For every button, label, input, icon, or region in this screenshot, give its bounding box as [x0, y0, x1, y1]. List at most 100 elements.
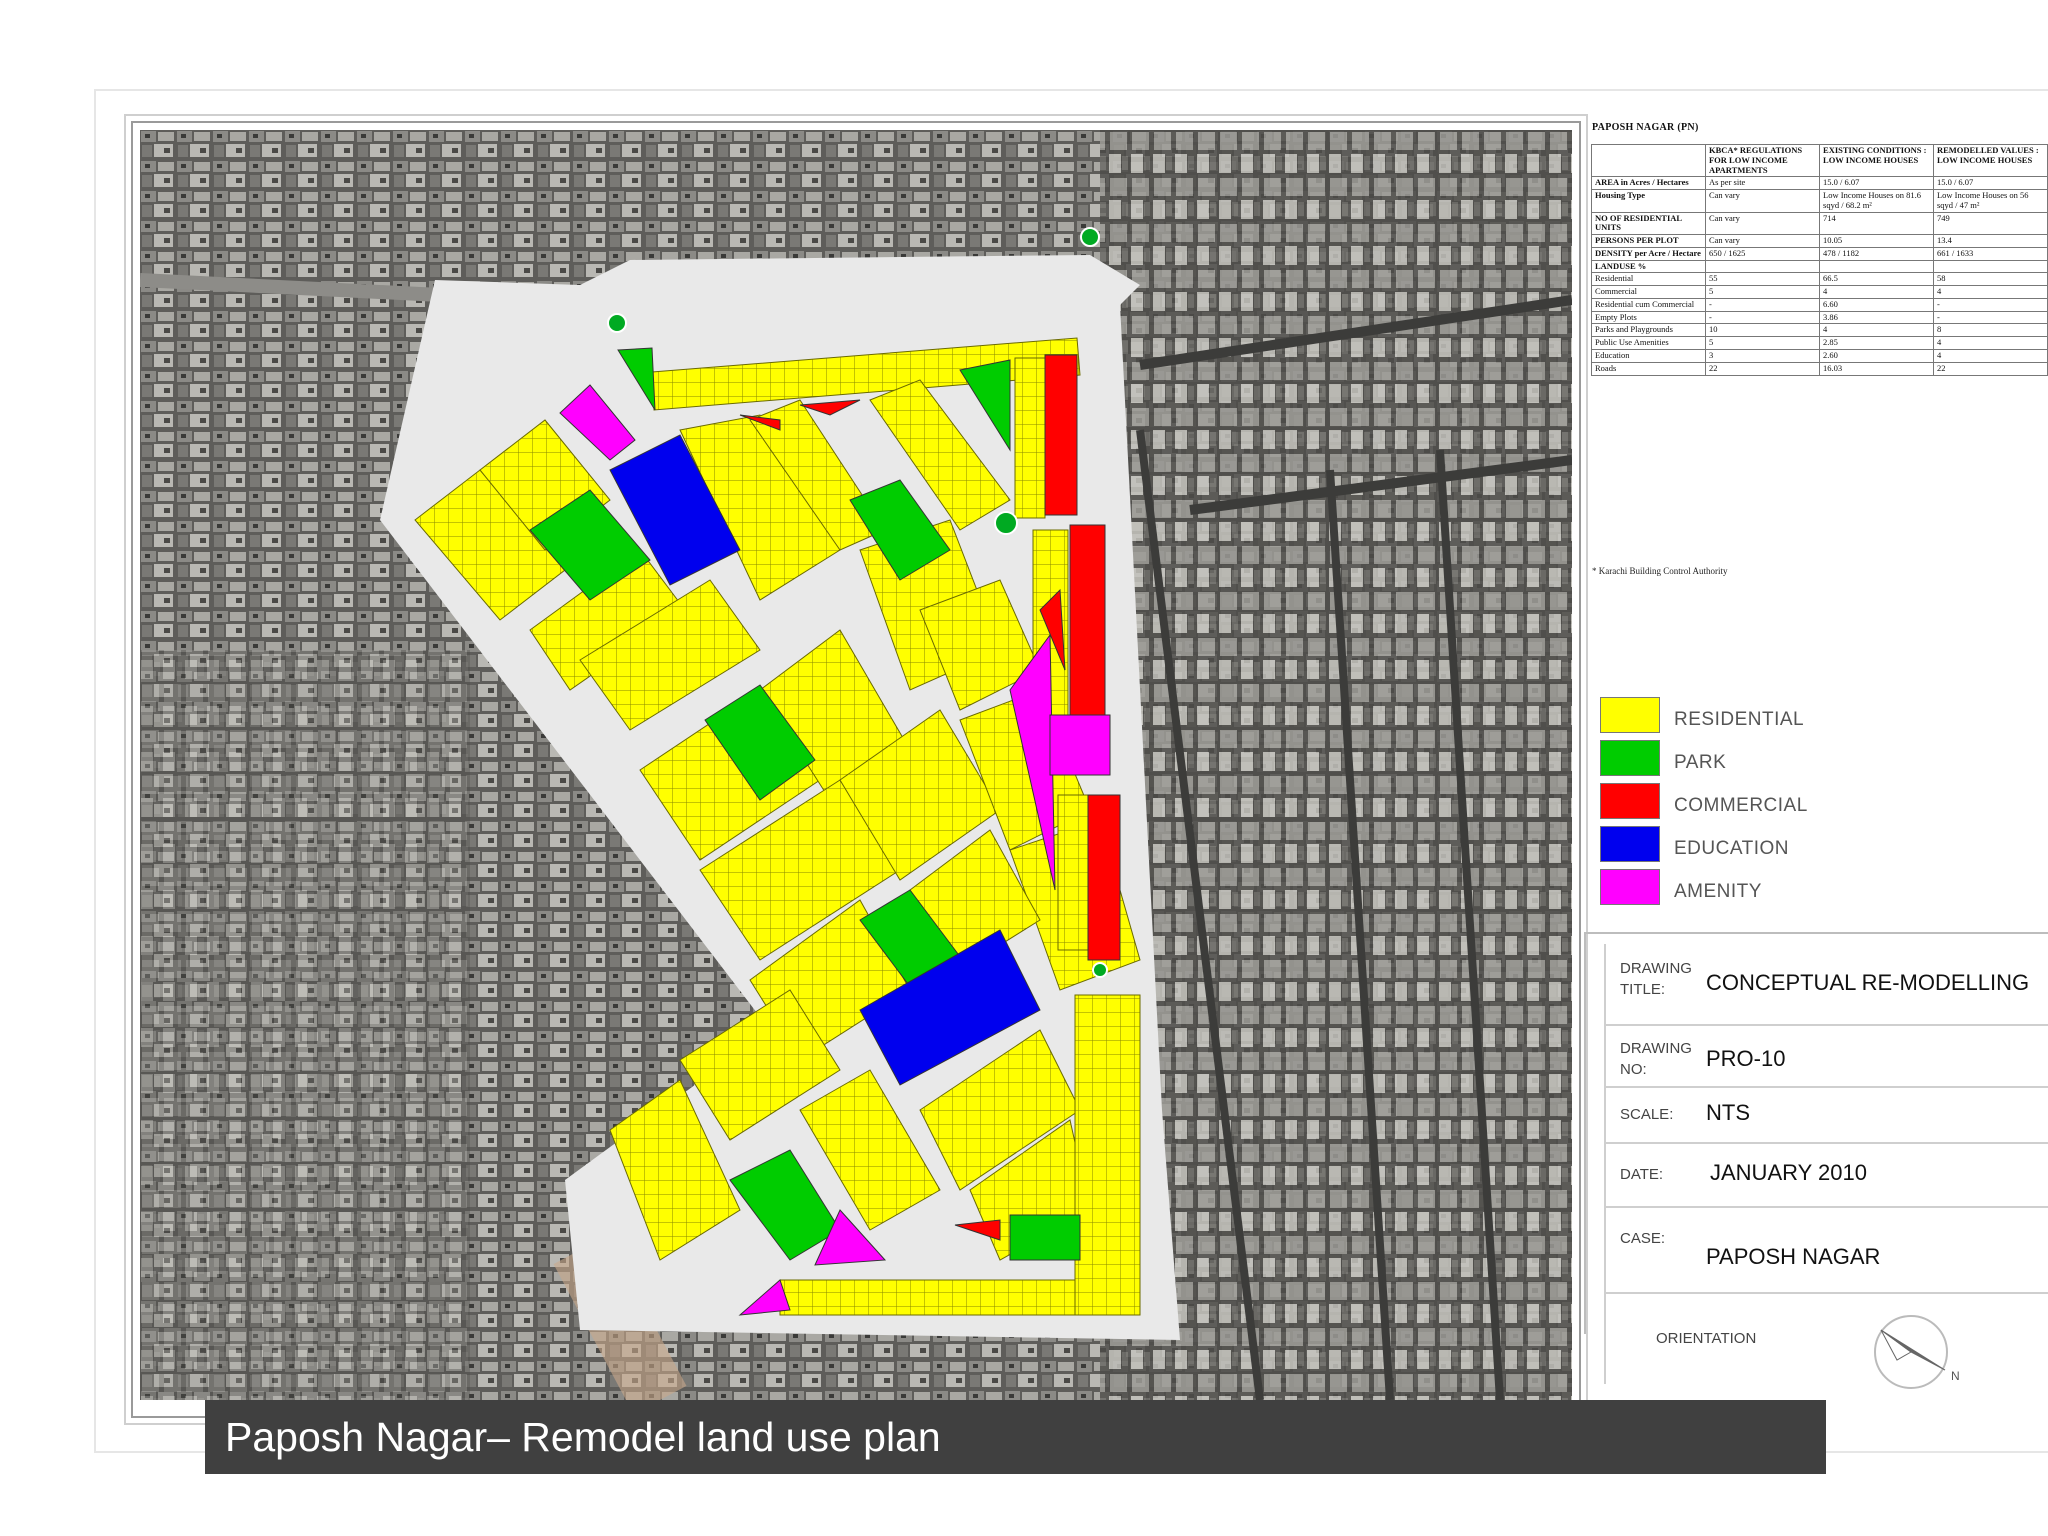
table-cell: Can vary [1704, 234, 1821, 248]
table-row: Empty Plots -3.86- [1591, 310, 2048, 325]
north-label: N [1951, 1369, 1960, 1383]
table-cell: 15.0 / 6.07 [1932, 176, 2048, 191]
table-row: Housing Type Can vary Low Income Houses on… [1591, 189, 2048, 213]
case-value: PAPOSH NAGAR [1706, 1244, 1881, 1269]
drawing-no-key: DRAWING NO: [1620, 1040, 1692, 1078]
table-cell: 2.85 [1819, 336, 1934, 351]
legend-swatch-park [1600, 740, 1660, 776]
caption-bar: Paposh Nagar– Remodel land use plan [205, 1400, 1826, 1474]
table-cell: - [1932, 310, 2048, 325]
table-cell [1819, 259, 1934, 274]
table-row-label: AREA in Acres / Hectares [1591, 176, 1706, 191]
table-row-label: Residential [1591, 272, 1706, 287]
table-cell: Low Income Houses on 56 sqyd / 47 m² [1932, 189, 2048, 213]
table-title: PAPOSH NAGAR (PN) [1592, 122, 1699, 133]
table-cell: 4 [1819, 285, 1934, 299]
table-header-kbca: KBCA* REGULATIONS FOR LOW INCOME APARTME… [1704, 143, 1821, 178]
table-row: NO OF RESIDENTIAL UNITS Can vary 714 749 [1591, 211, 2048, 236]
table-row: AREA in Acres / Hectares As per site 15.0 … [1591, 176, 2048, 191]
table-row-label: Empty Plots [1591, 310, 1706, 325]
table-header-blank [1591, 143, 1706, 178]
table-cell: 55 [1704, 272, 1821, 287]
table-cell: - [1704, 310, 1821, 325]
table-cell: - [1932, 297, 2048, 312]
north-arrow-icon: N [1874, 1315, 1960, 1389]
legend-label-amenity: AMENITY [1674, 881, 1762, 902]
table-row: Commercial 5 4 4 [1591, 285, 2048, 299]
table-cell: 22 [1704, 361, 1821, 376]
table-row: LANDUSE % [1591, 259, 2048, 274]
table-cell [1932, 259, 2048, 274]
table-cell: 650 / 1625 [1704, 246, 1821, 261]
table-cell: 8 [1932, 323, 2048, 338]
table-cell: 13.4 [1932, 234, 2048, 248]
table-row: Public Use Amenities 5 2.85 4 [1591, 336, 2048, 351]
table-row-label: Public Use Amenities [1591, 336, 1706, 351]
caption-text: Paposh Nagar– Remodel land use plan [225, 1414, 941, 1460]
land-use-stats-table: KBCA* REGULATIONS FOR LOW INCOME APARTME… [1591, 143, 2048, 376]
table-row-label: Housing Type [1591, 189, 1706, 213]
legend-swatch-residential [1600, 697, 1660, 733]
table-cell: 58 [1932, 272, 2048, 287]
table-row: Residential cum Commercial -6.60- [1591, 297, 2048, 312]
table-cell: 478 / 1182 [1819, 246, 1934, 261]
title-block-scale: SCALE: NTS [1604, 1088, 2048, 1144]
legend-label-education: EDUCATION [1674, 838, 1789, 859]
scale-value: NTS [1706, 1100, 1750, 1125]
orientation-key: ORIENTATION [1656, 1330, 1757, 1347]
table-cell: 15.0 / 6.07 [1819, 176, 1934, 191]
table-cell: 4 [1932, 285, 2048, 299]
table-cell: 3 [1704, 349, 1821, 363]
table-row-label: Parks and Playgrounds [1591, 323, 1706, 338]
table-cell: 10 [1704, 323, 1821, 338]
info-panel: PAPOSH NAGAR (PN) KBCA* REGULATIONS FOR … [1584, 122, 2048, 1412]
table-row-label: Education [1591, 349, 1706, 363]
table-cell: 22 [1932, 361, 2048, 376]
table-cell: 3.86 [1819, 310, 1934, 325]
table-cell: 66.5 [1819, 272, 1934, 287]
table-cell: 5 [1704, 285, 1821, 299]
table-cell: 4 [1932, 336, 2048, 351]
table-cell: 10.05 [1819, 234, 1934, 248]
legend-label-residential: RESIDENTIAL [1674, 709, 1805, 730]
table-cell: 2.60 [1819, 349, 1934, 363]
table-row-label: LANDUSE % [1591, 259, 1706, 274]
date-value: JANUARY 2010 [1710, 1160, 1867, 1185]
table-row: Parks and Playgrounds 10 4 8 [1591, 323, 2048, 338]
table-cell: 5 [1704, 336, 1821, 351]
drawing-title-key: DRAWING TITLE: [1620, 960, 1692, 998]
legend-swatch-education [1600, 826, 1660, 862]
scale-key: SCALE: [1620, 1106, 1674, 1123]
table-cell [1704, 259, 1821, 274]
table-row-label: NO OF RESIDENTIAL UNITS [1591, 211, 1706, 236]
table-header-row: KBCA* REGULATIONS FOR LOW INCOME APARTME… [1591, 143, 2048, 178]
title-block-drawing-title: DRAWING TITLE: CONCEPTUAL RE-MODELLING [1604, 944, 2048, 1026]
legend-label-commercial: COMMERCIAL [1674, 795, 1808, 816]
table-cell: Can vary [1704, 211, 1821, 236]
table-row-label: PERSONS PER PLOT [1591, 234, 1706, 248]
table-cell: Low Income Houses on 81.6 sqyd / 68.2 m² [1819, 189, 1934, 213]
land-use-plan-map [140, 130, 1572, 1400]
title-block-orientation: ORIENTATION [1604, 1294, 2048, 1384]
table-row-label: Commercial [1591, 285, 1706, 299]
table-cell: 6.60 [1819, 297, 1934, 312]
legend-swatch-amenity [1600, 869, 1660, 905]
table-row-label: DENSITY per Acre / Hectare [1591, 246, 1706, 261]
table-footnote: * Karachi Building Control Authority [1592, 566, 1728, 576]
case-key: CASE: [1620, 1230, 1666, 1247]
table-row: Residential 55 66.5 58 [1591, 272, 2048, 287]
title-block-case: CASE: PAPOSH NAGAR [1604, 1208, 2048, 1294]
table-cell: 4 [1932, 349, 2048, 363]
table-cell: As per site [1704, 176, 1821, 191]
table-row: PERSONS PER PLOT Can vary 10.05 13.4 [1591, 234, 2048, 248]
table-row-label: Roads [1591, 361, 1706, 376]
legend-label-park: PARK [1674, 752, 1727, 773]
table-cell: - [1704, 297, 1821, 312]
table-row: Education 3 2.60 4 [1591, 349, 2048, 363]
table-row-label: Residential cum Commercial [1591, 297, 1706, 312]
table-cell: 16.03 [1819, 361, 1934, 376]
table-cell: 4 [1819, 323, 1934, 338]
table-row: Roads 22 16.03 22 [1591, 361, 2048, 376]
table-cell: Can vary [1704, 189, 1821, 213]
title-block-drawing-no: DRAWING NO: PRO-10 [1604, 1026, 2048, 1088]
